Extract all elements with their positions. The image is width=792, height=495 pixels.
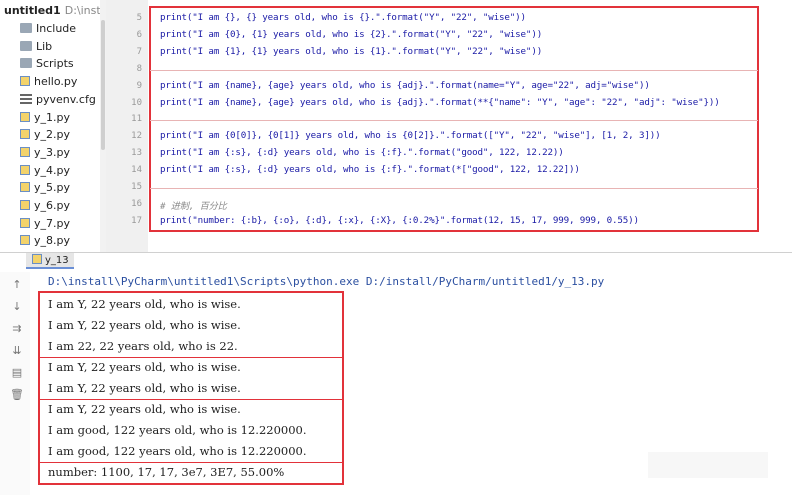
- code-section-separator: [150, 69, 758, 71]
- python-file-icon: [20, 76, 30, 87]
- code-line[interactable]: print("I am {name}, {age} years old, who…: [160, 97, 720, 108]
- tree-item-label: y_6.py: [34, 199, 70, 212]
- code-line[interactable]: print("I am {1}, {1} years old, who is {…: [160, 46, 542, 57]
- line-number: 8: [136, 63, 142, 74]
- line-number: 16: [131, 198, 142, 209]
- run-command: D:\install\PyCharm\untitled1\Scripts\pyt…: [48, 275, 605, 288]
- line-number: 15: [131, 182, 142, 192]
- code-line[interactable]: print("I am {}, {} years old, who is {}.…: [160, 12, 526, 23]
- folder-icon: [20, 23, 32, 33]
- tree-item[interactable]: Include: [20, 20, 76, 37]
- line-number: 12: [131, 131, 142, 142]
- tree-item[interactable]: y_5.py: [20, 179, 70, 196]
- tree-item-label: y_4.py: [34, 163, 70, 177]
- tree-item-label: Lib: [36, 39, 53, 53]
- run-panel-divider[interactable]: [0, 252, 792, 253]
- output-separator: [40, 357, 342, 358]
- line-number: 13: [131, 148, 142, 159]
- output-separator: [40, 462, 342, 463]
- print-icon[interactable]: ▤: [10, 366, 24, 380]
- project-root-path: D:\inst: [64, 4, 101, 17]
- line-number: 11: [131, 114, 142, 125]
- code-highlight-box: [149, 6, 759, 232]
- tree-item[interactable]: y_2.py: [20, 126, 70, 143]
- arrow-down-icon[interactable]: ↓: [10, 300, 24, 314]
- line-number: 14: [131, 165, 142, 176]
- tree-item[interactable]: y_7.py: [20, 215, 70, 232]
- line-number: 17: [131, 215, 142, 226]
- code-line[interactable]: print("I am {name}, {age} years old, who…: [160, 80, 650, 91]
- line-number: 10: [131, 97, 142, 108]
- code-line[interactable]: print("I am {0}, {1} years old, who is {…: [160, 29, 542, 40]
- python-file-icon: [20, 182, 30, 193]
- code-section-separator: [150, 188, 758, 189]
- config-file-icon: [20, 93, 32, 104]
- project-root-name: untitled1: [4, 4, 61, 17]
- tree-item-label: Scripts: [36, 57, 74, 71]
- soft-wrap-icon[interactable]: ⇉: [10, 322, 24, 336]
- output-line: I am Y, 22 years old, who is wise.: [48, 402, 241, 416]
- output-line: I am good, 122 years old, who is 12.2200…: [48, 423, 307, 437]
- tree-item[interactable]: Lib: [20, 38, 52, 55]
- tree-item-label: y_7.py: [34, 216, 70, 230]
- python-file-icon: [20, 164, 30, 175]
- code-line[interactable]: # 进制, 百分比: [160, 198, 227, 212]
- trash-icon[interactable]: 🗑: [10, 388, 24, 402]
- run-tab-label: y_13: [45, 255, 69, 266]
- line-number: 6: [136, 29, 142, 40]
- line-number: 7: [136, 46, 142, 57]
- python-file-icon: [20, 235, 30, 246]
- python-file-icon: [20, 146, 30, 157]
- tree-item-label: y_5.py: [34, 181, 70, 195]
- project-tree: untitled1 D:\inst Include Lib Scripts hello.…: [0, 0, 104, 252]
- tree-item-label: y_1.py: [34, 110, 70, 124]
- python-file-icon: [32, 254, 42, 264]
- tree-item[interactable]: y_4.py: [20, 162, 70, 179]
- tree-item-label: y_8.py: [34, 234, 70, 248]
- tree-item-label: hello.py: [34, 75, 78, 89]
- tree-item-label: Include: [36, 22, 77, 35]
- project-root[interactable]: untitled1 D:\inst: [4, 4, 101, 17]
- tree-item[interactable]: y_6.py: [20, 197, 70, 214]
- python-file-icon: [20, 111, 30, 122]
- output-line: I am 22, 22 years old, who is 22.: [48, 339, 238, 353]
- output-line: I am Y, 22 years old, who is wise.: [48, 360, 241, 374]
- tree-item[interactable]: y_1.py: [20, 109, 70, 126]
- code-line[interactable]: print("I am {:s}, {:d} years old, who is…: [160, 164, 580, 175]
- tree-item[interactable]: Scripts: [20, 55, 74, 72]
- tree-item-label: y_2.py: [34, 128, 70, 142]
- run-tab[interactable]: y_13: [26, 253, 74, 269]
- output-line: I am Y, 22 years old, who is wise.: [48, 318, 241, 332]
- tree-item-label: y_3.py: [34, 145, 70, 159]
- tree-item[interactable]: pyvenv.cfg: [20, 91, 96, 108]
- code-section-separator: [150, 120, 758, 122]
- arrow-up-icon[interactable]: ↑: [10, 278, 24, 292]
- output-line: I am good, 122 years old, who is 12.2200…: [48, 444, 307, 458]
- python-file-icon: [20, 217, 30, 228]
- run-toolbar: ↑ ↓ ⇉ ⇊ ▤ 🗑: [0, 272, 30, 495]
- watermark: [648, 452, 768, 478]
- tree-scrollbar-thumb[interactable]: [101, 20, 105, 150]
- output-line: number: 1100, 17, 17, 3e7, 3E7, 55.00%: [48, 465, 285, 479]
- code-line[interactable]: print("I am {0[0]}, {0[1]} years old, wh…: [160, 130, 661, 141]
- python-file-icon: [20, 129, 30, 140]
- output-line: I am Y, 22 years old, who is wise.: [48, 297, 241, 311]
- python-file-icon: [20, 200, 30, 210]
- code-line[interactable]: print("I am {:s}, {:d} years old, who is…: [160, 147, 564, 158]
- line-number: 5: [136, 13, 142, 23]
- tree-item-label: pyvenv.cfg: [36, 92, 96, 106]
- output-line: I am Y, 22 years old, who is wise.: [48, 381, 241, 395]
- scroll-to-end-icon[interactable]: ⇊: [10, 344, 24, 358]
- tree-item[interactable]: y_8.py: [20, 232, 70, 249]
- tree-item[interactable]: hello.py: [20, 73, 77, 90]
- folder-icon: [20, 40, 32, 51]
- tree-item[interactable]: y_3.py: [20, 144, 70, 161]
- output-separator: [40, 399, 342, 400]
- folder-icon: [20, 58, 32, 69]
- line-number: 9: [136, 80, 142, 91]
- code-line[interactable]: print("number: {:b}, {:o}, {:d}, {:x}, {…: [160, 215, 639, 226]
